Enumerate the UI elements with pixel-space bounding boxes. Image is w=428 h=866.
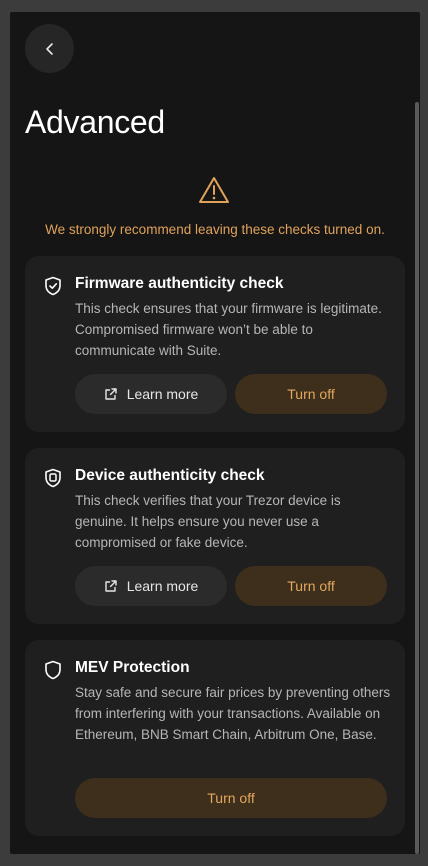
turn-off-button[interactable]: Turn off [235,374,387,414]
card-description: Stay safe and secure fair prices by prev… [75,685,391,742]
firmware-check-card: Firmware authenticity check This check e… [25,256,405,432]
device-check-card: Device authenticity check This check ver… [25,448,405,624]
learn-more-button[interactable]: Learn more [75,374,227,414]
warning-triangle-icon [199,177,229,203]
warning-message: We strongly recommend leaving these chec… [45,222,385,237]
learn-more-button[interactable]: Learn more [75,566,227,606]
card-description: This check verifies that your Trezor dev… [75,493,341,550]
turn-off-label: Turn off [287,578,335,594]
advanced-settings-screen: Advanced We strongly recommend leaving t… [10,12,420,854]
device-shield-icon [45,468,61,488]
card-description: This check ensures that your firmware is… [75,301,382,358]
card-title: Firmware authenticity check [75,275,284,292]
scrollbar[interactable] [415,102,419,854]
card-title: MEV Protection [75,659,190,676]
chevron-left-icon [45,42,53,55]
external-link-icon [105,580,117,592]
turn-off-label: Turn off [207,790,255,806]
external-link-icon [105,388,117,400]
learn-more-label: Learn more [126,386,199,402]
mev-protection-card: MEV Protection Stay safe and secure fair… [25,640,405,836]
back-button[interactable] [25,24,74,73]
page-title: Advanced [25,104,165,140]
shield-check-icon [45,276,61,296]
card-title: Device authenticity check [75,467,265,484]
shield-icon [45,660,61,680]
learn-more-label: Learn more [126,578,199,594]
turn-off-button[interactable]: Turn off [75,778,387,818]
turn-off-button[interactable]: Turn off [235,566,387,606]
turn-off-label: Turn off [287,386,335,402]
